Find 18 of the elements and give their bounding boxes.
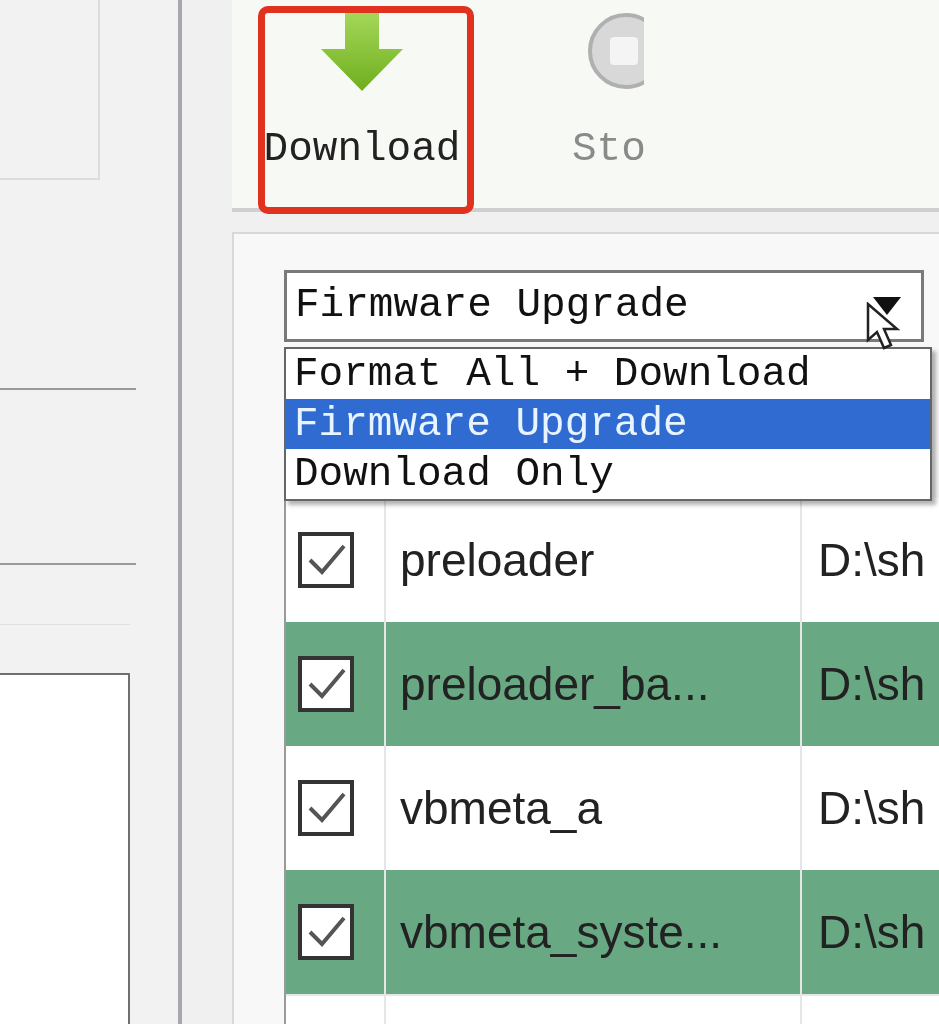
table-row[interactable]: vbmeta_syste... D:\sh [286, 870, 939, 994]
checkbox[interactable] [298, 904, 354, 960]
table-cell-text: D:\sh [817, 532, 927, 588]
dropdown-option[interactable]: Format All + Download [286, 349, 930, 399]
table-cell-text: D:\sh [817, 656, 927, 712]
checkbox[interactable] [298, 532, 354, 588]
mode-dropdown[interactable]: Firmware Upgrade [284, 270, 924, 342]
dropdown-option[interactable]: Firmware Upgrade [286, 399, 930, 449]
table-cell-text: D:\sh [817, 904, 927, 960]
table-row[interactable]: vbmeta_a D:\sh [286, 746, 939, 870]
dropdown-option[interactable]: Download Only [286, 449, 930, 499]
toolbar-button[interactable]: Download [262, 0, 462, 208]
table-row[interactable]: preloader_ba... D:\sh [286, 622, 939, 746]
dropdown-caret-icon [873, 297, 901, 315]
table-row[interactable]: preloader D:\sh [286, 498, 939, 622]
checkbox[interactable] [298, 656, 354, 712]
table-cell-text: D:\sh [817, 780, 927, 836]
checkbox[interactable] [298, 780, 354, 836]
